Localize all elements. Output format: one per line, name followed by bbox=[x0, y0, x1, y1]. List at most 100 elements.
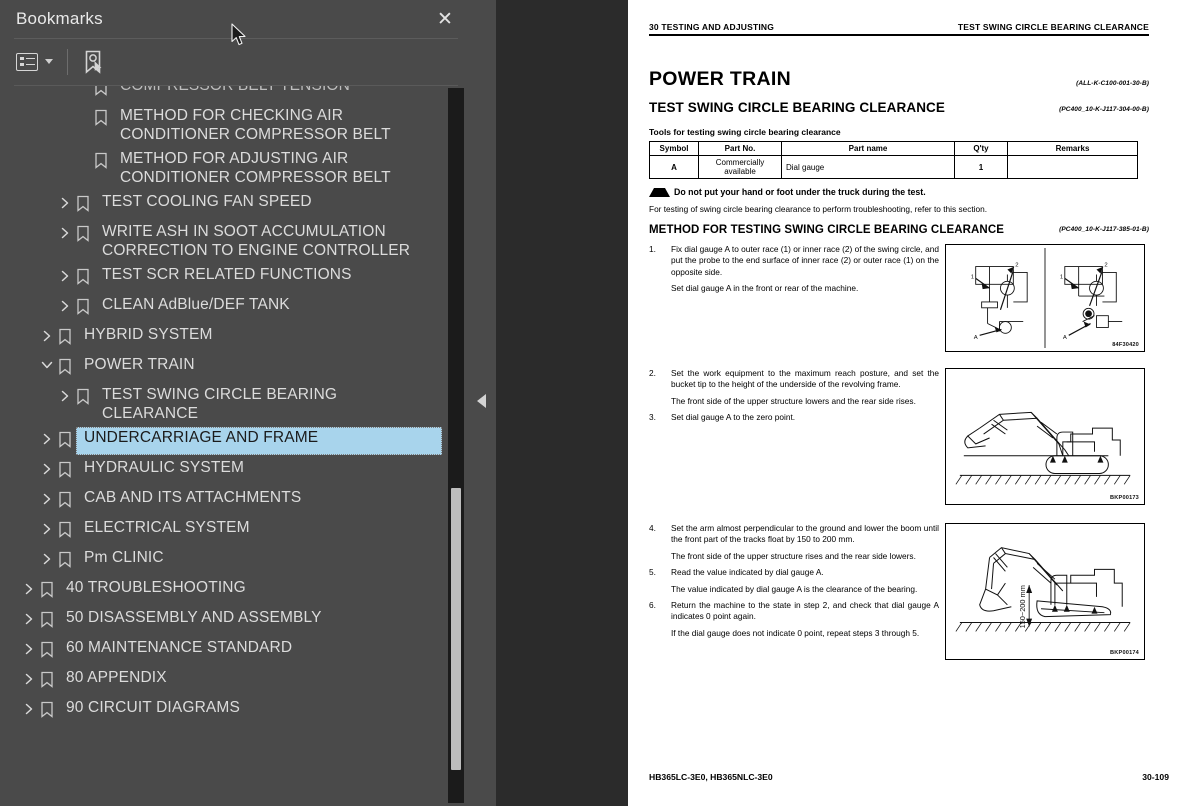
bookmark-icon bbox=[40, 671, 60, 693]
bookmark-item[interactable]: ELECTRICAL SYSTEM bbox=[0, 516, 452, 546]
bookmark-item[interactable]: HYBRID SYSTEM bbox=[0, 323, 452, 353]
step-paragraph: Set dial gauge A in the front or rear of… bbox=[671, 283, 859, 294]
list-options-button[interactable] bbox=[16, 52, 53, 71]
svg-text:1: 1 bbox=[971, 274, 974, 280]
chevron-right-icon[interactable] bbox=[54, 266, 76, 282]
step-item: 2. Set the work equipment to the maximum… bbox=[649, 368, 939, 407]
th-qty: Q'ty bbox=[954, 141, 1008, 156]
td-part-no: Commercially available bbox=[698, 155, 782, 179]
chevron-right-icon[interactable] bbox=[18, 579, 40, 595]
bookmark-item[interactable]: HYDRAULIC SYSTEM bbox=[0, 456, 452, 486]
chevron-down-icon[interactable] bbox=[36, 356, 58, 370]
table-row: A Commercially available Dial gauge 1 bbox=[649, 155, 1138, 179]
td-qty: 1 bbox=[954, 155, 1008, 179]
td-remarks bbox=[1007, 155, 1138, 179]
tools-table: Symbol Part No. Part name Q'ty Remarks A… bbox=[649, 141, 1138, 179]
running-header-left: 30 TESTING AND ADJUSTING bbox=[649, 22, 775, 32]
bookmark-item[interactable]: 40 TROUBLESHOOTING bbox=[0, 576, 452, 606]
bookmark-item[interactable]: TEST COOLING FAN SPEED bbox=[0, 190, 452, 220]
bookmark-label: HYDRAULIC SYSTEM bbox=[84, 459, 245, 476]
bookmark-icon bbox=[40, 611, 60, 633]
bookmark-item[interactable]: 50 DISASSEMBLY AND ASSEMBLY bbox=[0, 606, 452, 636]
chevron-right-icon[interactable] bbox=[54, 386, 76, 402]
bookmark-item[interactable]: METHOD FOR CHECKING AIR CONDITIONER COMP… bbox=[0, 104, 452, 147]
chevron-right-icon[interactable] bbox=[54, 193, 76, 209]
step-text: Fix dial gauge A to outer race (1) or in… bbox=[671, 244, 939, 295]
step-text: Set the arm almost perpendicular to the … bbox=[671, 523, 939, 562]
close-icon[interactable]: ✕ bbox=[434, 10, 456, 29]
chevron-right-icon[interactable] bbox=[36, 429, 58, 445]
step-paragraph: Set the work equipment to the maximum re… bbox=[671, 368, 939, 390]
chevron-right-icon[interactable] bbox=[36, 459, 58, 475]
procedure-block-3: 4. Set the arm almost perpendicular to t… bbox=[649, 523, 1149, 660]
running-header: 30 TESTING AND ADJUSTING TEST SWING CIRC… bbox=[649, 0, 1149, 32]
figure-column-1: 12 A 12 A 84F30420 bbox=[945, 244, 1145, 352]
bookmark-item[interactable]: CAB AND ITS ATTACHMENTS bbox=[0, 486, 452, 516]
bookmark-item[interactable]: TEST SCR RELATED FUNCTIONS bbox=[0, 263, 452, 293]
bookmark-item[interactable]: UNDERCARRIAGE AND FRAME bbox=[0, 426, 452, 456]
bookmark-item[interactable]: WRITE ASH IN SOOT ACCUMULATION CORRECTIO… bbox=[0, 220, 452, 263]
chevron-right-icon[interactable] bbox=[18, 609, 40, 625]
chevron-right-icon[interactable] bbox=[54, 296, 76, 312]
bookmark-item[interactable]: POWER TRAIN bbox=[0, 353, 452, 383]
bookmark-item[interactable]: COMPRESSOR BELT TENSION bbox=[0, 86, 452, 104]
chevron-right-icon[interactable] bbox=[36, 549, 58, 565]
chevron-right-icon[interactable] bbox=[18, 699, 40, 715]
bookmark-icon bbox=[40, 641, 60, 663]
warning-line: Do not put your hand or foot under the t… bbox=[649, 187, 1149, 197]
bookmark-label: METHOD FOR CHECKING AIR CONDITIONER COMP… bbox=[120, 107, 391, 143]
bookmarks-scrollbar-thumb[interactable] bbox=[451, 488, 461, 770]
toolbar-divider bbox=[67, 48, 68, 75]
svg-text:2: 2 bbox=[1015, 263, 1018, 269]
pdf-viewer-window: Bookmarks ✕ COMPRESSOR B bbox=[0, 0, 1200, 806]
find-current-bookmark-button[interactable] bbox=[81, 49, 105, 75]
excavator-max-reach-figure: BKP00173 bbox=[945, 368, 1145, 505]
intro-note: For testing of swing circle bearing clea… bbox=[649, 204, 988, 214]
table-header-row: Symbol Part No. Part name Q'ty Remarks bbox=[649, 141, 1138, 156]
bookmark-label: METHOD FOR ADJUSTING AIR CONDITIONER COM… bbox=[120, 150, 391, 186]
step-item: 5. Read the value indicated by dial gaug… bbox=[649, 567, 939, 595]
td-part-name: Dial gauge bbox=[781, 155, 955, 179]
th-part-name: Part name bbox=[781, 141, 955, 156]
chevron-right-icon[interactable] bbox=[36, 489, 58, 505]
bookmark-item[interactable]: 80 APPENDIX bbox=[0, 666, 452, 696]
bookmarks-scrollbar[interactable] bbox=[448, 88, 464, 803]
bookmarks-tree[interactable]: COMPRESSOR BELT TENSION METHOD FOR CHECKI… bbox=[0, 86, 470, 806]
th-part-no: Part No. bbox=[698, 141, 782, 156]
excavator-lifted-track-figure: 150~200 mm BKP00174 bbox=[945, 523, 1145, 660]
bookmark-item[interactable]: CLEAN AdBlue/DEF TANK bbox=[0, 293, 452, 323]
bookmark-icon bbox=[58, 521, 78, 543]
chevron-down-icon bbox=[45, 59, 53, 64]
step-number: 4. bbox=[649, 523, 656, 533]
bookmark-icon bbox=[40, 701, 60, 723]
step-paragraph: Return the machine to the state in step … bbox=[671, 600, 939, 622]
chevron-right-icon[interactable] bbox=[18, 669, 40, 685]
figure-code: 84F30420 bbox=[1112, 342, 1139, 348]
bookmark-item[interactable]: TEST SWING CIRCLE BEARING CLEARANCE bbox=[0, 383, 452, 426]
bookmark-pointer-icon bbox=[81, 49, 105, 75]
bookmark-icon bbox=[58, 461, 78, 483]
chevron-right-icon[interactable] bbox=[36, 326, 58, 342]
bookmark-label: CAB AND ITS ATTACHMENTS bbox=[84, 489, 302, 506]
step-paragraph: Set the arm almost perpendicular to the … bbox=[671, 523, 939, 545]
chevron-right-icon[interactable] bbox=[54, 223, 76, 239]
bookmark-icon bbox=[76, 225, 96, 247]
step-paragraph: If the dial gauge does not indicate 0 po… bbox=[671, 627, 920, 638]
bookmark-label: TEST COOLING FAN SPEED bbox=[102, 193, 312, 210]
step-item: 3. Set dial gauge A to the zero point. bbox=[649, 412, 939, 423]
warning-triangle-icon bbox=[649, 187, 670, 197]
chevron-right-icon[interactable] bbox=[36, 519, 58, 535]
bookmark-label: ELECTRICAL SYSTEM bbox=[84, 519, 250, 536]
bookmark-icon bbox=[58, 328, 78, 350]
step-number: 1. bbox=[649, 244, 656, 254]
bookmark-item[interactable]: METHOD FOR ADJUSTING AIR CONDITIONER COM… bbox=[0, 147, 452, 190]
bookmark-item[interactable]: 90 CIRCUIT DIAGRAMS bbox=[0, 696, 452, 726]
steps-column-3: 4. Set the arm almost perpendicular to t… bbox=[649, 523, 939, 660]
bookmark-label: POWER TRAIN bbox=[84, 356, 195, 373]
bookmark-item[interactable]: 60 MAINTENANCE STANDARD bbox=[0, 636, 452, 666]
collapse-left-arrow-icon[interactable] bbox=[477, 394, 486, 408]
chevron-right-icon[interactable] bbox=[18, 639, 40, 655]
step-paragraph: The value indicated by dial gauge A is t… bbox=[671, 583, 918, 594]
bookmark-item[interactable]: Pm CLINIC bbox=[0, 546, 452, 576]
step-item: 4. Set the arm almost perpendicular to t… bbox=[649, 523, 939, 562]
